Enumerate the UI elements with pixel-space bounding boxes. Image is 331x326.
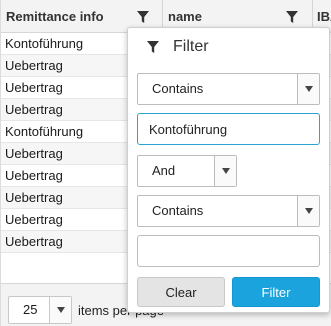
column-header-label: Remittance info [6,9,104,24]
filter-value-input-1[interactable] [137,113,320,145]
filter-popup-title: Filter [146,38,209,56]
page-size-value: 25 [23,302,38,317]
filter-title-label: Filter [173,38,209,55]
operator-select-value: Contains [152,203,204,218]
operator-select-value: Contains [152,81,204,96]
operator-select-2[interactable]: Contains [137,195,320,227]
logic-select-value: And [152,163,176,178]
column-header-label: name [168,9,202,24]
filter-button[interactable]: Filter [232,277,320,307]
chevron-down-icon[interactable] [214,156,236,186]
chevron-down-icon[interactable] [297,196,319,226]
chevron-down-icon[interactable] [297,74,319,104]
filter-icon[interactable] [285,10,299,24]
filter-popup: Filter Contains And Contains Clear Filte… [127,27,330,313]
filter-icon [147,41,159,53]
operator-select-1[interactable]: Contains [137,73,320,105]
page-size-select[interactable]: 25 [8,296,72,324]
chevron-down-icon[interactable] [49,297,71,323]
column-header-label: IBA [317,9,331,24]
filter-value-input-2[interactable] [137,235,320,267]
logic-select[interactable]: And [137,155,237,187]
clear-button[interactable]: Clear [137,277,225,307]
filter-icon[interactable] [136,10,150,24]
